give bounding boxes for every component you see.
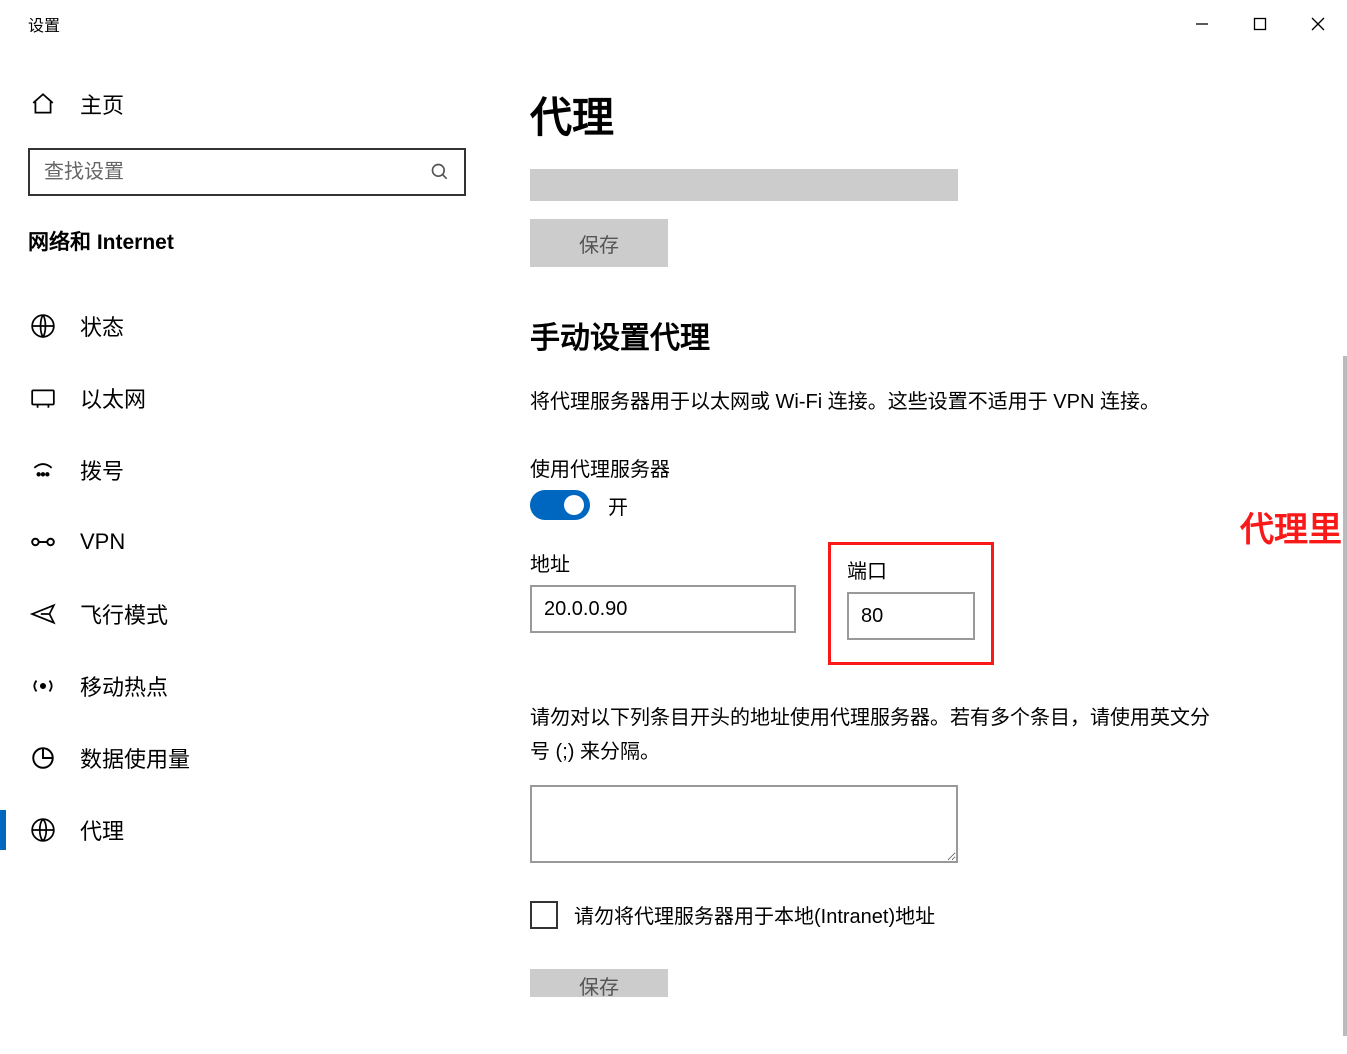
sidebar-item-label: 状态 [80,310,124,342]
local-bypass-label: 请勿将代理服务器用于本地(Intranet)地址 [574,900,935,929]
address-label: 地址 [530,548,796,577]
minimize-button[interactable] [1173,0,1231,48]
local-bypass-checkbox[interactable] [530,901,558,929]
sidebar-item-airplane[interactable]: 飞行模式 [0,578,494,650]
toggle-state-label: 开 [608,491,628,520]
save-button-bottom[interactable]: 保存 [530,969,668,997]
sidebar-home[interactable]: 主页 [0,48,494,148]
data-usage-icon [30,745,56,771]
toggle-knob [564,495,584,515]
exclude-desc: 请勿对以下列条目开头的地址使用代理服务器。若有多个条目，请使用英文分号 (;) … [530,701,1210,769]
close-button[interactable] [1289,0,1347,48]
content-area: 代理 保存 手动设置代理 将代理服务器用于以太网或 Wi-Fi 连接。这些设置不… [494,48,1347,1054]
address-input[interactable] [530,585,796,633]
content-scrollbar[interactable] [1343,356,1347,1036]
status-icon [30,313,56,339]
port-annotation-highlight: 端口 [828,542,994,665]
window-controls [1173,0,1347,48]
sidebar-home-label: 主页 [80,88,124,120]
sidebar-item-label: 移动热点 [80,670,168,702]
sidebar-item-label: 拨号 [80,454,124,486]
maximize-icon [1253,17,1267,31]
save-button-top[interactable]: 保存 [530,219,668,267]
page-title: 代理 [530,84,1307,145]
minimize-icon [1195,17,1209,31]
titlebar: 设置 [0,0,1347,48]
maximize-button[interactable] [1231,0,1289,48]
sidebar-item-data-usage[interactable]: 数据使用量 [0,722,494,794]
dialup-icon [30,457,56,483]
home-icon [30,91,56,117]
search-icon [430,162,450,182]
sidebar-item-vpn[interactable]: VPN [0,506,494,578]
sidebar-item-status[interactable]: 状态 [0,290,494,362]
proxy-icon [30,817,56,843]
hotspot-icon [30,673,56,699]
manual-proxy-title: 手动设置代理 [530,313,1307,357]
vpn-icon [30,529,56,555]
ethernet-icon [30,385,56,411]
sidebar-item-hotspot[interactable]: 移动热点 [0,650,494,722]
sidebar-item-proxy[interactable]: 代理 [0,794,494,866]
sidebar-item-label: VPN [80,529,125,555]
exclude-input[interactable] [530,785,958,863]
sidebar-item-label: 以太网 [80,382,146,414]
port-label: 端口 [847,555,975,584]
search-input[interactable] [44,161,430,184]
window-title: 设置 [28,12,60,36]
save-button-bottom-label: 保存 [579,971,619,997]
sidebar-category: 网络和 Internet [0,226,494,290]
manual-proxy-desc: 将代理服务器用于以太网或 Wi-Fi 连接。这些设置不适用于 VPN 连接。 [530,385,1190,419]
sidebar-item-label: 代理 [80,814,124,846]
sidebar-item-label: 飞行模式 [80,598,168,630]
sidebar-item-label: 数据使用量 [80,742,190,774]
close-icon [1311,17,1325,31]
search-box[interactable] [28,148,466,196]
airplane-icon [30,601,56,627]
save-button-top-label: 保存 [579,229,619,258]
use-proxy-toggle[interactable] [530,490,590,520]
sidebar-item-dialup[interactable]: 拨号 [0,434,494,506]
sidebar: 主页 网络和 Internet 状态 以太网 拨号 [0,48,494,1054]
port-input[interactable] [847,592,975,640]
script-address-input-disabled [530,169,958,201]
sidebar-item-ethernet[interactable]: 以太网 [0,362,494,434]
use-proxy-label: 使用代理服务器 [530,453,1307,482]
annotation-overlay: 代理里面的端口改为80 [1240,502,1347,551]
